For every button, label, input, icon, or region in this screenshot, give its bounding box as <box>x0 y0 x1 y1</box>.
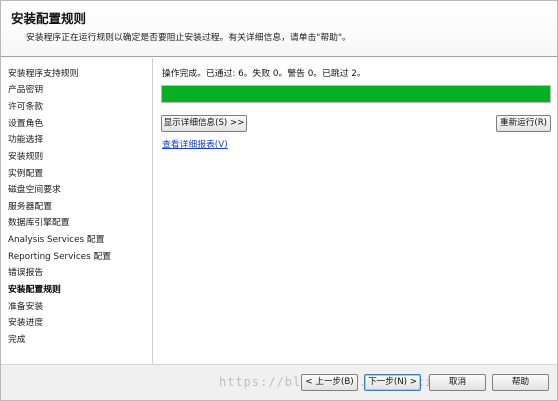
step-setup-support-rules: 安装程序支持规则 <box>8 69 79 79</box>
main-content: 操作完成。已通过: 6。失败 0。警告 0。已跳过 2。 显示详细信息(S) >… <box>154 58 557 364</box>
step-license-terms: 许可条款 <box>8 102 44 112</box>
cancel-button[interactable]: 取消 <box>429 374 486 391</box>
step-reporting-services-configuration: Reporting Services 配置 <box>8 252 112 262</box>
setup-window: 安装配置规则 安装程序正在运行规则以确定是否要阻止安装过程。有关详细信息，请单击… <box>0 0 558 401</box>
progress-bar-fill <box>162 86 550 102</box>
step-installation-rules: 安装规则 <box>8 152 44 162</box>
show-details-button[interactable]: 显示详细信息(S) >> <box>161 115 247 132</box>
step-database-engine-configuration: 数据库引擎配置 <box>8 218 70 228</box>
step-ready-to-install: 准备安装 <box>8 302 44 312</box>
step-instance-configuration: 实例配置 <box>8 169 44 179</box>
page-description: 安装程序正在运行规则以确定是否要阻止安装过程。有关详细信息，请单击"帮助"。 <box>26 33 351 43</box>
step-feature-selection: 功能选择 <box>8 135 44 145</box>
step-installation-progress: 安装进度 <box>8 318 44 328</box>
step-complete: 完成 <box>8 335 26 345</box>
rerun-button[interactable]: 重新运行(R) <box>496 115 551 132</box>
step-error-reporting: 错误报告 <box>8 268 44 278</box>
next-button[interactable]: 下一步(N) > <box>364 374 421 391</box>
step-installation-configuration-rules: 安装配置规则 <box>8 285 61 295</box>
footer-bar: https://blog.csdn.net/xxxiangbin < 上一步(B… <box>1 364 557 400</box>
back-button[interactable]: < 上一步(B) <box>301 374 358 391</box>
header-banner: 安装配置规则 安装程序正在运行规则以确定是否要阻止安装过程。有关详细信息，请单击… <box>1 1 557 57</box>
steps-sidebar: 安装程序支持规则 产品密钥 许可条款 设置角色 功能选择 安装规则 实例配置 磁… <box>1 58 153 364</box>
step-analysis-services-configuration: Analysis Services 配置 <box>8 235 105 245</box>
progress-bar <box>161 85 551 103</box>
operation-status-text: 操作完成。已通过: 6。失败 0。警告 0。已跳过 2。 <box>162 69 366 79</box>
view-detailed-report-link[interactable]: 查看详细报表(V) <box>162 137 228 150</box>
help-button[interactable]: 帮助 <box>492 374 549 391</box>
page-title: 安装配置规则 <box>11 11 87 26</box>
step-product-key: 产品密钥 <box>8 85 44 95</box>
step-server-configuration: 服务器配置 <box>8 202 52 212</box>
step-setup-role: 设置角色 <box>8 119 44 129</box>
step-disk-space-requirements: 磁盘空间要求 <box>8 185 61 195</box>
